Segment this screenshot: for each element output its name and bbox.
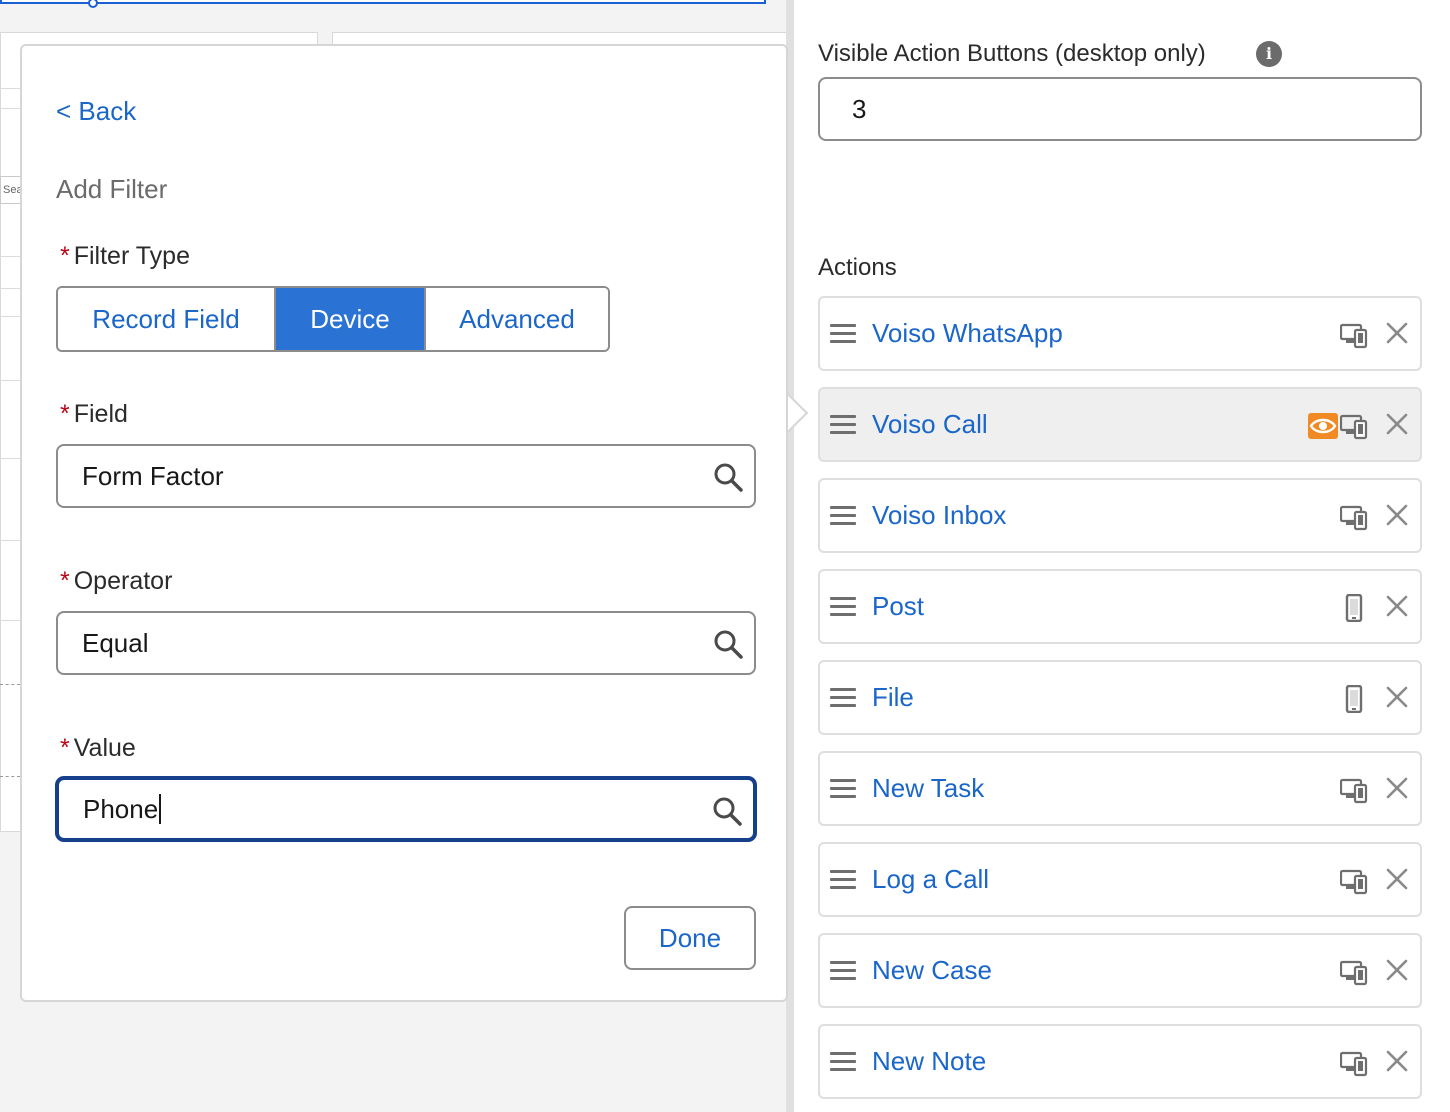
actions-list: Voiso WhatsApp Voiso Call Voiso Inbox Post F… xyxy=(818,296,1422,1112)
desktop-phone-icon xyxy=(1339,776,1368,804)
visibility-filter-icon[interactable] xyxy=(1308,413,1338,439)
action-row[interactable]: Log a Call xyxy=(818,842,1422,917)
action-label[interactable]: File xyxy=(872,682,914,713)
field-label: * Field xyxy=(60,400,128,428)
drag-handle-icon[interactable] xyxy=(830,779,856,799)
phone-icon xyxy=(1340,593,1368,623)
remove-action-icon[interactable] xyxy=(1384,593,1410,619)
desktop-phone-icon xyxy=(1339,503,1368,531)
remove-action-icon[interactable] xyxy=(1384,1048,1410,1074)
value-label: * Value xyxy=(60,734,136,762)
action-label[interactable]: Post xyxy=(872,591,924,622)
operator-value: Equal xyxy=(82,627,149,658)
value-text: Phone xyxy=(83,793,159,824)
action-row[interactable]: New Note xyxy=(818,1024,1422,1099)
desktop-phone-icon xyxy=(1339,412,1368,440)
remove-action-icon[interactable] xyxy=(1384,502,1410,528)
search-icon[interactable] xyxy=(711,795,743,827)
required-marker: * xyxy=(60,242,70,270)
desktop-phone-icon xyxy=(1339,867,1368,895)
actions-label: Actions xyxy=(818,254,897,281)
resize-handle[interactable] xyxy=(88,0,98,8)
desktop-phone-icon xyxy=(1339,958,1368,986)
desktop-phone-icon xyxy=(1339,321,1368,349)
required-marker: * xyxy=(60,400,70,428)
action-row[interactable]: Voiso Call xyxy=(818,387,1422,462)
drag-handle-icon[interactable] xyxy=(830,415,856,435)
action-label[interactable]: Voiso WhatsApp xyxy=(872,318,1063,349)
drag-handle-icon[interactable] xyxy=(830,870,856,890)
action-row[interactable]: New Case xyxy=(818,933,1422,1008)
drag-handle-icon[interactable] xyxy=(830,597,856,617)
required-marker: * xyxy=(60,567,70,595)
filter-type-device[interactable]: Device xyxy=(274,288,424,350)
field-combobox[interactable]: Form Factor xyxy=(56,444,756,508)
popover-title: Add Filter xyxy=(56,174,168,204)
filter-type-advanced[interactable]: Advanced xyxy=(424,288,608,350)
properties-panel: Visible Action Buttons (desktop only) i … xyxy=(794,0,1450,1112)
filter-type-label: * Filter Type xyxy=(60,242,190,270)
operator-label: * Operator xyxy=(60,567,173,595)
operator-combobox[interactable]: Equal xyxy=(56,611,756,675)
back-link[interactable]: < Back xyxy=(56,96,136,127)
remove-action-icon[interactable] xyxy=(1384,957,1410,983)
action-label[interactable]: Voiso Call xyxy=(872,409,988,440)
action-row[interactable]: New Task xyxy=(818,751,1422,826)
action-row[interactable]: Voiso Inbox xyxy=(818,478,1422,553)
required-marker: * xyxy=(60,734,70,762)
search-icon[interactable] xyxy=(712,461,744,493)
phone-icon xyxy=(1340,684,1368,714)
visible-buttons-label: Visible Action Buttons (desktop only) xyxy=(818,40,1206,67)
drag-handle-icon[interactable] xyxy=(830,688,856,708)
desktop-phone-icon xyxy=(1339,1049,1368,1077)
action-row[interactable]: Voiso WhatsApp xyxy=(818,296,1422,371)
action-label[interactable]: Voiso Inbox xyxy=(872,500,1006,531)
action-label[interactable]: Log a Call xyxy=(872,864,989,895)
remove-action-icon[interactable] xyxy=(1384,411,1410,437)
action-row[interactable]: Post xyxy=(818,569,1422,644)
filter-type-segmented-control: Record Field Device Advanced xyxy=(56,286,610,352)
search-icon[interactable] xyxy=(712,628,744,660)
info-icon[interactable]: i xyxy=(1256,41,1282,67)
visible-buttons-input[interactable]: 3 xyxy=(818,77,1422,141)
filter-type-record-field[interactable]: Record Field xyxy=(58,288,274,350)
drag-handle-icon[interactable] xyxy=(830,1052,856,1072)
drag-handle-icon[interactable] xyxy=(830,961,856,981)
done-button[interactable]: Done xyxy=(624,906,756,970)
selected-component-outline xyxy=(0,0,766,8)
remove-action-icon[interactable] xyxy=(1384,684,1410,710)
remove-action-icon[interactable] xyxy=(1384,775,1410,801)
drag-handle-icon[interactable] xyxy=(830,324,856,344)
text-caret xyxy=(159,794,162,824)
action-label[interactable]: New Task xyxy=(872,773,984,804)
remove-action-icon[interactable] xyxy=(1384,866,1410,892)
action-label[interactable]: New Note xyxy=(872,1046,986,1077)
action-row[interactable]: File xyxy=(818,660,1422,735)
value-combobox[interactable]: Phone xyxy=(56,777,756,841)
remove-action-icon[interactable] xyxy=(1384,320,1410,346)
drag-handle-icon[interactable] xyxy=(830,506,856,526)
field-value: Form Factor xyxy=(82,460,224,491)
add-filter-popover: < Back Add Filter * Filter Type Record Fi… xyxy=(20,44,788,1002)
action-label[interactable]: New Case xyxy=(872,955,992,986)
